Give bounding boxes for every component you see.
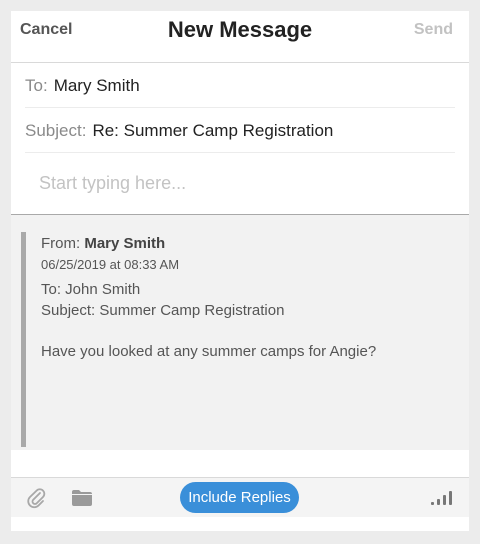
paperclip-icon[interactable] xyxy=(26,487,46,509)
quoted-date: 06/25/2019 at 08:33 AM xyxy=(41,257,180,272)
quoted-from: From: Mary Smith xyxy=(41,235,165,252)
folder-icon[interactable] xyxy=(71,489,93,507)
include-replies-button[interactable]: Include Replies xyxy=(180,482,299,513)
subject-field[interactable]: Subject: Re: Summer Camp Registration xyxy=(25,110,455,153)
quoted-from-name: Mary Smith xyxy=(84,235,166,252)
quoted-subject: Subject: Summer Camp Registration xyxy=(41,302,285,319)
message-body-input[interactable] xyxy=(39,168,439,198)
navigation-bar: Cancel New Message Send xyxy=(11,11,469,63)
to-value[interactable]: Mary Smith xyxy=(54,76,140,96)
page-title: New Message xyxy=(167,17,313,42)
subject-label: Subject: xyxy=(25,121,87,140)
to-label: To: xyxy=(25,76,48,95)
send-button[interactable]: Send xyxy=(414,21,453,39)
compose-toolbar: Include Replies xyxy=(11,477,469,517)
to-field[interactable]: To: Mary Smith xyxy=(25,65,455,108)
compose-screen: Cancel New Message Send To: Mary Smith S… xyxy=(11,11,469,531)
quoted-to: To: John Smith xyxy=(41,281,141,298)
quoted-from-label: From: xyxy=(41,235,81,252)
subject-value[interactable]: Re: Summer Camp Registration xyxy=(92,121,333,141)
quoted-message: From: Mary Smith 06/25/2019 at 08:33 AM … xyxy=(11,214,469,450)
quoted-message-text: Have you looked at any summer camps for … xyxy=(41,343,377,360)
signal-icon xyxy=(431,490,455,506)
quote-bar xyxy=(21,232,26,447)
